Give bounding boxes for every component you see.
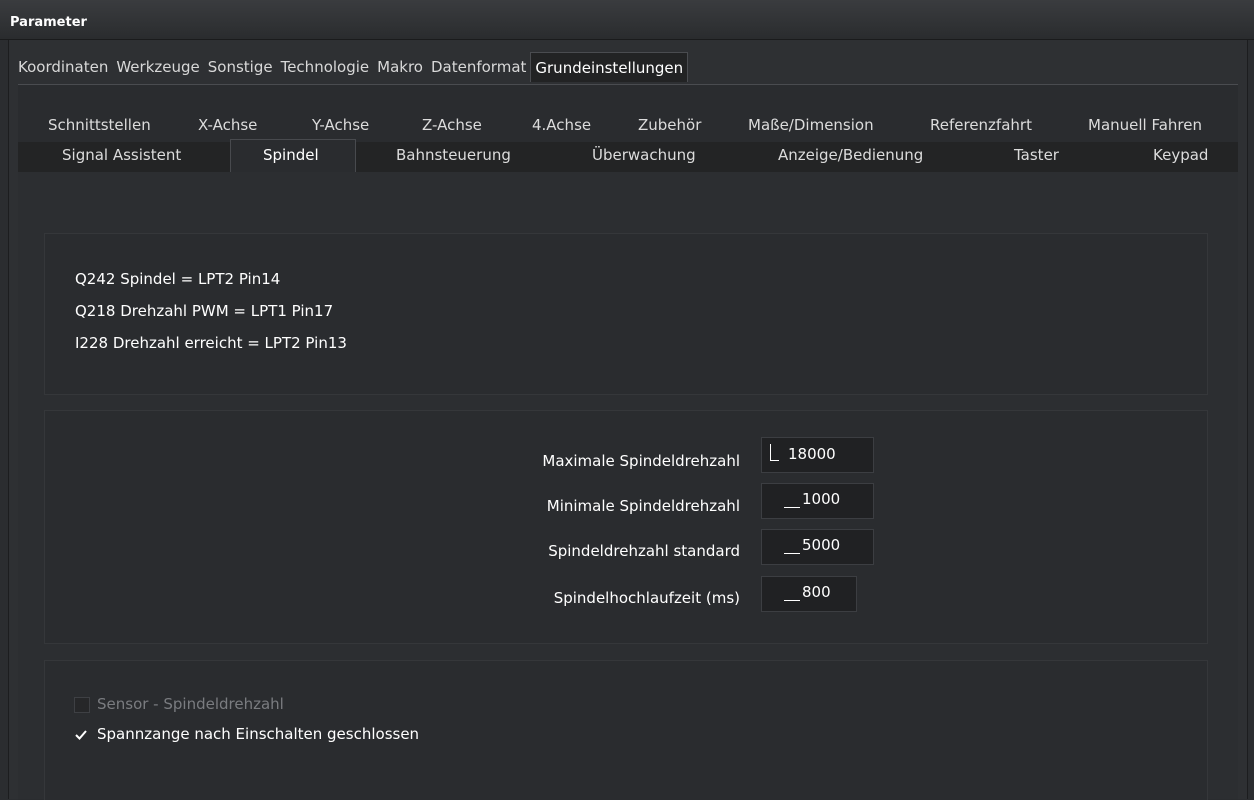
collet-closed-label: Spannzange nach Einschalten geschlossen (97, 725, 420, 743)
value-underline (784, 553, 800, 554)
spindle-ramp-time-input[interactable]: 800 (761, 576, 857, 612)
subtab-manuell-fahren[interactable]: Manuell Fahren (1088, 112, 1202, 138)
subtab-z-achse[interactable]: Z-Achse (422, 112, 482, 138)
subtab-zubehoer[interactable]: Zubehör (638, 112, 701, 138)
text-cursor (770, 444, 779, 461)
value-underline (784, 507, 800, 508)
sensor-spindle-speed-checkbox[interactable] (74, 697, 90, 713)
tab-technologie[interactable]: Technologie (277, 52, 374, 82)
max-spindle-speed-input[interactable]: 18000 (761, 437, 874, 473)
subtab-bahnsteuerung[interactable]: Bahnsteuerung (396, 142, 511, 168)
tab-datenformat[interactable]: Datenformat (427, 52, 530, 82)
min-spindle-speed-label: Minimale Spindeldrehzahl (546, 497, 740, 515)
signal-line-drehzahl-erreicht: I228 Drehzahl erreicht = LPT2 Pin13 (75, 334, 347, 352)
min-spindle-speed-input[interactable]: 1000 (761, 483, 874, 519)
value-underline (784, 600, 800, 601)
tab-grundeinstellungen[interactable]: Grundeinstellungen (530, 52, 689, 82)
max-spindle-speed-label: Maximale Spindeldrehzahl (542, 452, 740, 470)
tab-koordinaten[interactable]: Koordinaten (14, 52, 112, 82)
spindle-speed-group (44, 410, 1208, 644)
window-title: Parameter (10, 15, 87, 30)
subtab-keypad[interactable]: Keypad (1153, 142, 1208, 168)
subtab-referenzfahrt[interactable]: Referenzfahrt (930, 112, 1032, 138)
subtab-x-achse[interactable]: X-Achse (198, 112, 257, 138)
subtab-ueberwachung[interactable]: Überwachung (592, 142, 696, 168)
subtab-signal-assistent[interactable]: Signal Assistent (62, 142, 181, 168)
default-spindle-speed-input[interactable]: 5000 (761, 529, 874, 565)
default-spindle-speed-label: Spindeldrehzahl standard (548, 542, 740, 560)
subtab-y-achse[interactable]: Y-Achse (312, 112, 369, 138)
title-bar: Parameter (0, 0, 1254, 40)
subtab-taster[interactable]: Taster (1014, 142, 1059, 168)
signal-line-pwm: Q218 Drehzahl PWM = LPT1 Pin17 (75, 302, 334, 320)
sensor-spindle-speed-label: Sensor - Spindeldrehzahl (97, 695, 284, 713)
subtab-schnittstellen[interactable]: Schnittstellen (48, 112, 151, 138)
collet-closed-checkbox[interactable] (74, 727, 88, 741)
signal-line-spindel: Q242 Spindel = LPT2 Pin14 (75, 270, 281, 288)
subtab-4-achse[interactable]: 4.Achse (532, 112, 591, 138)
tab-werkzeuge[interactable]: Werkzeuge (112, 52, 203, 82)
tab-makro[interactable]: Makro (373, 52, 427, 82)
subtab-spindel[interactable]: Spindel (263, 142, 319, 168)
checkmark-icon (75, 730, 87, 740)
spindle-ramp-time-label: Spindelhochlaufzeit (ms) (553, 589, 740, 607)
subtab-masse-dimension[interactable]: Maße/Dimension (748, 112, 874, 138)
main-tab-bar: Koordinaten Werkzeuge Sonstige Technolog… (14, 52, 689, 82)
subtab-anzeige-bedienung[interactable]: Anzeige/Bedienung (778, 142, 923, 168)
tab-sonstige[interactable]: Sonstige (204, 52, 277, 82)
